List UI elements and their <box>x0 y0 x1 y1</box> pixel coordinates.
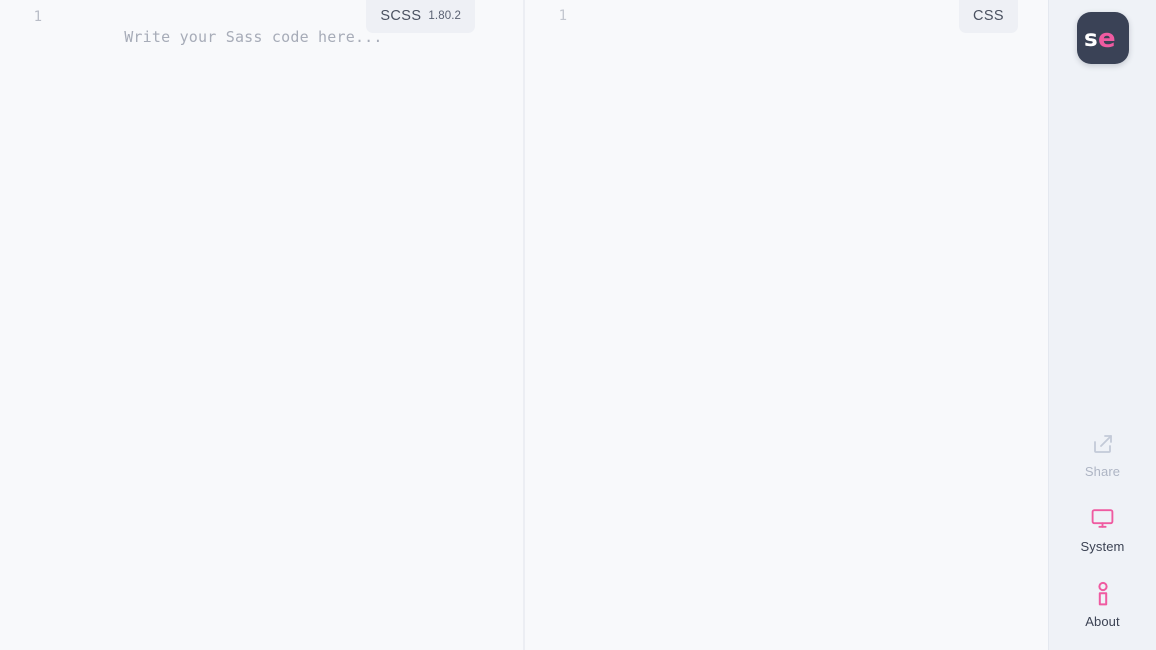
scss-language-badge: SCSS 1.80.2 <box>366 0 475 33</box>
css-output-pane[interactable]: 1 CSS <box>525 0 1048 650</box>
css-code-output <box>595 7 1038 650</box>
sidebar-item-share[interactable]: Share <box>1049 417 1156 492</box>
sidebar-item-about[interactable]: About <box>1049 567 1156 642</box>
scss-line-number: 1 <box>33 9 42 25</box>
scss-editor-pane[interactable]: 1 Write your Sass code here... SCSS 1.80… <box>0 0 523 650</box>
sidebar-item-share-label: Share <box>1084 463 1121 479</box>
scss-badge-label: SCSS <box>380 8 422 24</box>
sidebar: s e Share System About <box>1048 0 1156 650</box>
scss-badge-version: 1.80.2 <box>428 10 461 22</box>
app-logo[interactable]: s e <box>1076 12 1129 64</box>
sidebar-item-system-label: System <box>1080 538 1125 554</box>
svg-text:e: e <box>1098 24 1116 53</box>
scss-placeholder: Write your Sass code here... <box>124 28 383 46</box>
sass-logo-icon: s e <box>1084 24 1116 53</box>
css-language-badge: CSS <box>958 0 1018 33</box>
css-badge-label: CSS <box>972 8 1004 24</box>
scss-code-input[interactable]: Write your Sass code here... <box>70 7 513 650</box>
svg-text:s: s <box>1084 26 1098 52</box>
monitor-icon <box>1090 506 1116 532</box>
share-icon <box>1090 431 1116 457</box>
app-root: 1 Write your Sass code here... SCSS 1.80… <box>0 0 1156 650</box>
sidebar-actions: Share System About <box>1049 417 1156 642</box>
css-line-number: 1 <box>558 8 567 24</box>
info-icon <box>1090 581 1116 607</box>
sidebar-item-system[interactable]: System <box>1049 492 1156 567</box>
sidebar-item-about-label: About <box>1085 613 1120 629</box>
